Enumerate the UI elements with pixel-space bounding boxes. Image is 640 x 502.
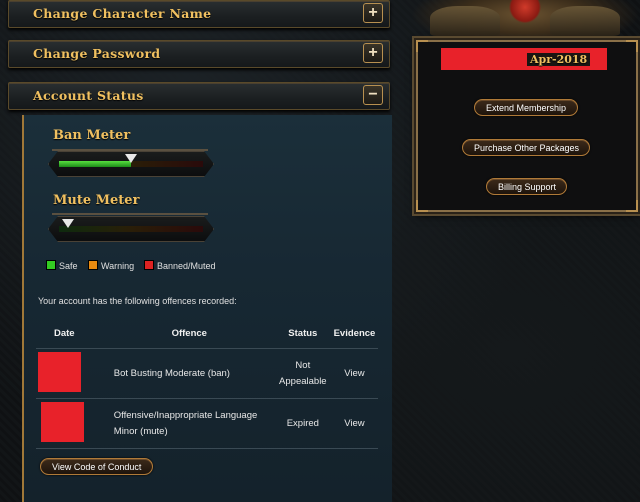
- date-cell: [36, 348, 104, 399]
- divider: [52, 213, 208, 215]
- expand-icon[interactable]: +: [363, 43, 383, 63]
- frame-corner: [626, 200, 638, 212]
- table-row: Bot Busting Moderate (ban) Not Appealabl…: [36, 348, 378, 399]
- frame-corner: [416, 40, 428, 52]
- ornament-wing: [550, 6, 620, 36]
- legend-swatch: [88, 260, 98, 270]
- legend-label: Banned/Muted: [157, 261, 216, 271]
- table-header-row: Date Offence Status Evidence: [36, 318, 378, 349]
- extend-membership-button[interactable]: Extend Membership: [474, 99, 578, 116]
- ban-meter: [48, 151, 214, 177]
- mute-meter-marker-icon: [61, 219, 74, 228]
- legend-item-banned: Banned/Muted: [144, 260, 216, 271]
- legend-item-warning: Warning: [88, 260, 134, 271]
- account-status-header[interactable]: Account Status −: [8, 82, 390, 110]
- divider: [52, 149, 208, 151]
- frame-corner: [416, 200, 428, 212]
- view-evidence-link[interactable]: View: [330, 348, 378, 399]
- offences-table: Date Offence Status Evidence Bot Busting…: [36, 318, 378, 449]
- offence-cell: Offensive/Inappropriate Language Minor (…: [103, 398, 275, 449]
- table-row: Offensive/Inappropriate Language Minor (…: [36, 398, 378, 449]
- purchase-other-packages-button[interactable]: Purchase Other Packages: [462, 139, 590, 156]
- legend-label: Warning: [101, 261, 135, 271]
- mute-meter-title: Mute Meter: [53, 193, 140, 208]
- status-cell: Not Appealable: [274, 348, 331, 399]
- ornament-wing: [430, 6, 500, 36]
- change-character-name-title: Change Character Name: [33, 6, 212, 21]
- column-header-evidence: Evidence: [330, 318, 378, 349]
- billing-support-button[interactable]: Billing Support: [486, 178, 567, 195]
- view-code-of-conduct-button[interactable]: View Code of Conduct: [40, 458, 154, 475]
- column-header-offence: Offence: [103, 318, 275, 349]
- mute-meter-track: [59, 219, 203, 232]
- account-status-title: Account Status: [33, 88, 144, 103]
- redacted-date: [41, 402, 84, 442]
- change-password-title: Change Password: [33, 46, 161, 61]
- offences-intro: Your account has the following offences …: [38, 296, 237, 306]
- expand-icon[interactable]: +: [363, 3, 383, 23]
- view-evidence-link[interactable]: View: [330, 398, 378, 449]
- legend-label: Safe: [59, 261, 78, 271]
- ban-meter-marker-icon: [125, 154, 137, 163]
- redacted-date: [38, 352, 81, 392]
- offence-cell: Bot Busting Moderate (ban): [103, 348, 275, 399]
- frame-corner: [626, 40, 638, 52]
- collapse-icon[interactable]: −: [363, 85, 383, 105]
- status-cell: Expired: [274, 398, 331, 449]
- ban-meter-title: Ban Meter: [53, 128, 131, 143]
- legend-swatch: [144, 260, 154, 270]
- membership-expiry-date: Apr-2018: [527, 53, 591, 66]
- legend-swatch: [46, 260, 56, 270]
- ban-meter-track: [59, 154, 203, 167]
- legend-item-safe: Safe: [46, 260, 78, 271]
- change-password-header[interactable]: Change Password +: [8, 40, 390, 68]
- ban-meter-fill: [59, 161, 131, 167]
- mute-meter: [48, 216, 214, 242]
- date-cell: [36, 398, 104, 449]
- column-header-date: Date: [36, 318, 104, 349]
- column-header-status: Status: [274, 318, 331, 349]
- change-character-name-header[interactable]: Change Character Name +: [8, 0, 390, 28]
